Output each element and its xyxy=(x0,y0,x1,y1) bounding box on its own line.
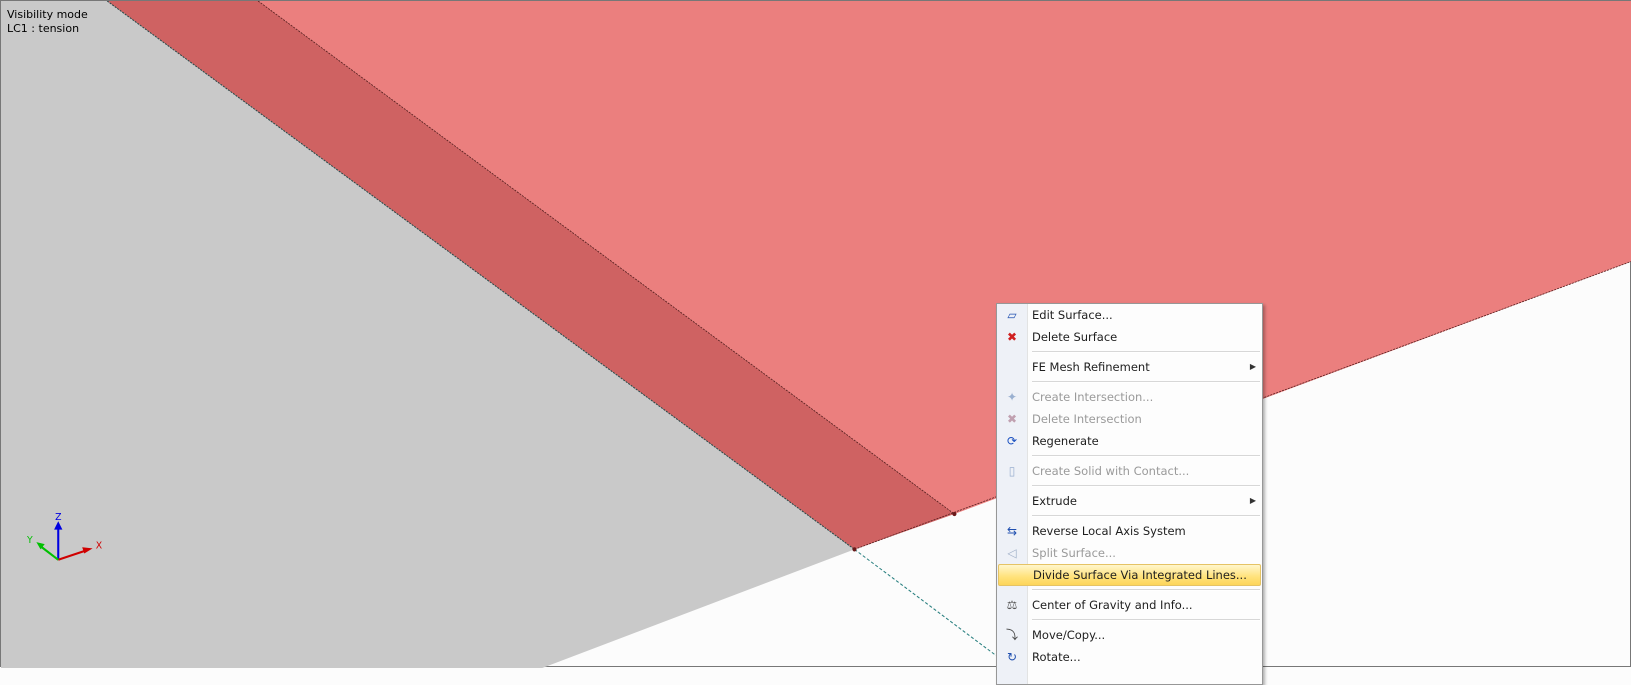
menu-separator xyxy=(997,482,1262,490)
menu-item-delete-intersection[interactable]: ✖ Delete Intersection xyxy=(997,408,1262,430)
create-intersection-icon: ✦ xyxy=(1006,390,1018,404)
menu-label: Split Surface... xyxy=(1032,546,1116,560)
menu-separator xyxy=(997,616,1262,624)
menu-item-split-surface[interactable]: ◁ Split Surface... xyxy=(997,542,1262,564)
submenu-arrow-icon: ▶ xyxy=(1249,362,1256,371)
menu-item-create-solid[interactable]: ▯ Create Solid with Contact... xyxy=(997,460,1262,482)
menu-item-rotate[interactable]: ↻ Rotate... xyxy=(997,646,1262,668)
menu-item-move-copy[interactable]: ⤵ Move/Copy... xyxy=(997,624,1262,646)
axis-y-label: Y xyxy=(26,535,33,546)
menu-item-edit-surface[interactable]: ▱ Edit Surface... xyxy=(997,304,1262,326)
menu-label: Center of Gravity and Info... xyxy=(1032,598,1193,612)
menu-label: Regenerate xyxy=(1032,434,1099,448)
axis-z-label: Z xyxy=(55,512,61,523)
menu-label: Edit Surface... xyxy=(1032,308,1113,322)
reverse-axis-icon: ⇆ xyxy=(1006,524,1018,538)
menu-separator xyxy=(997,348,1262,356)
delete-intersection-icon: ✖ xyxy=(1006,412,1018,426)
menu-item-delete-surface[interactable]: ✖ Delete Surface xyxy=(997,326,1262,348)
menu-item-fe-mesh-refinement[interactable]: FE Mesh Refinement ▶ xyxy=(997,356,1262,378)
visibility-mode-label: Visibility mode xyxy=(7,8,88,21)
split-surface-icon: ◁ xyxy=(1007,546,1017,560)
menu-separator xyxy=(997,378,1262,386)
delete-surface-icon: ✖ xyxy=(1006,330,1018,344)
context-menu: ▱ Edit Surface... ✖ Delete Surface FE Mesh… xyxy=(996,303,1263,685)
menu-item-center-of-gravity[interactable]: ⚖ Center of Gravity and Info... xyxy=(997,594,1262,616)
menu-separator xyxy=(997,452,1262,460)
menu-item-reverse-local-axis[interactable]: ⇆ Reverse Local Axis System xyxy=(997,520,1262,542)
move-copy-icon: ⤵ xyxy=(1005,628,1018,642)
rotate-icon: ↻ xyxy=(1006,650,1018,664)
3d-viewport[interactable]: Z X Y Visibility mode LC1 : tension xyxy=(0,0,1631,668)
menu-label: FE Mesh Refinement xyxy=(1032,360,1150,374)
load-case-label: LC1 : tension xyxy=(7,22,80,35)
regenerate-icon: ⟳ xyxy=(1006,434,1018,448)
integrated-line[interactable] xyxy=(854,548,1001,660)
model-scene[interactable]: Z X Y xyxy=(1,1,1631,668)
menu-label: Create Intersection... xyxy=(1032,390,1154,404)
node[interactable] xyxy=(852,547,857,552)
create-solid-icon: ▯ xyxy=(1008,464,1016,478)
menu-label: Reverse Local Axis System xyxy=(1032,524,1186,538)
menu-label: Extrude xyxy=(1032,494,1077,508)
view-info: Visibility mode LC1 : tension xyxy=(7,8,88,36)
submenu-arrow-icon: ▶ xyxy=(1249,496,1256,505)
menu-item-create-intersection[interactable]: ✦ Create Intersection... xyxy=(997,386,1262,408)
menu-label: Delete Intersection xyxy=(1032,412,1142,426)
menu-item-divide-surface[interactable]: Divide Surface Via Integrated Lines... xyxy=(998,564,1261,586)
menu-label: Rotate... xyxy=(1032,650,1081,664)
center-of-gravity-icon: ⚖ xyxy=(1006,598,1018,612)
menu-label: Delete Surface xyxy=(1032,330,1118,344)
axis-x-label: X xyxy=(96,540,103,551)
menu-label: Move/Copy... xyxy=(1032,628,1106,642)
menu-label: Divide Surface Via Integrated Lines... xyxy=(1033,568,1247,582)
menu-separator xyxy=(997,512,1262,520)
menu-item-regenerate[interactable]: ⟳ Regenerate xyxy=(997,430,1262,452)
menu-separator xyxy=(997,586,1262,594)
menu-item-extrude[interactable]: Extrude ▶ xyxy=(997,490,1262,512)
edit-surface-icon: ▱ xyxy=(1007,308,1017,322)
node[interactable] xyxy=(952,511,957,517)
menu-label: Create Solid with Contact... xyxy=(1032,464,1190,478)
